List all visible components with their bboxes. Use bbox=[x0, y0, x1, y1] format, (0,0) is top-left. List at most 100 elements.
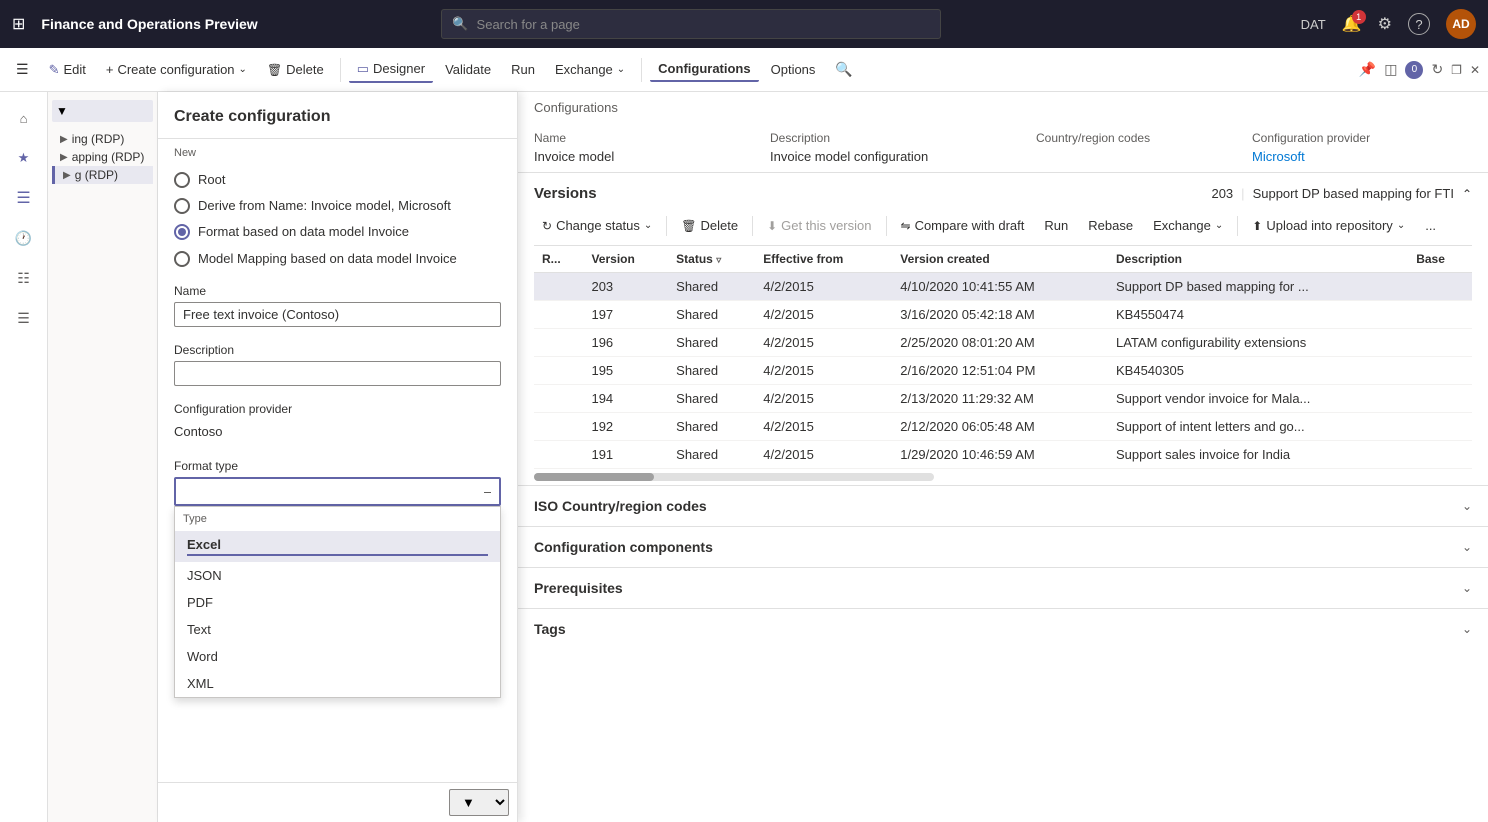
tree-item-2[interactable]: ▶ apping (RDP) bbox=[52, 148, 153, 166]
format-type-label: Format type bbox=[174, 459, 501, 473]
dropdown-item-json[interactable]: JSON bbox=[175, 562, 500, 589]
dropdown-item-xml[interactable]: XML bbox=[175, 670, 500, 697]
rebase-button[interactable]: Rebase bbox=[1080, 214, 1141, 237]
more-button[interactable]: ... bbox=[1417, 214, 1444, 237]
clock-icon[interactable]: 🕐 bbox=[6, 220, 42, 256]
collapsible-title-1: Configuration components bbox=[534, 539, 713, 555]
collapsible-section-3[interactable]: Tags ⌄ bbox=[518, 608, 1488, 649]
change-status-button[interactable]: ↻ Change status ⌄ bbox=[534, 214, 660, 237]
table-row[interactable]: 192 Shared 4/2/2015 2/12/2020 06:05:48 A… bbox=[534, 413, 1472, 441]
dropdown-arrow-icon[interactable]: ⎯ bbox=[484, 483, 491, 500]
table-row[interactable]: 194 Shared 4/2/2015 2/13/2020 11:29:32 A… bbox=[534, 385, 1472, 413]
grid-icon[interactable]: ☷ bbox=[6, 260, 42, 296]
refresh-icon[interactable]: ↻ bbox=[1431, 61, 1443, 78]
compare-draft-button[interactable]: ⇋ Compare with draft bbox=[893, 214, 1033, 237]
country-col: Country/region codes bbox=[1036, 131, 1236, 164]
delete-button[interactable]: 🗑 Delete bbox=[259, 58, 332, 81]
radio-derive[interactable]: Derive from Name: Invoice model, Microso… bbox=[174, 193, 501, 219]
table-row[interactable]: 196 Shared 4/2/2015 2/25/2020 08:01:20 A… bbox=[534, 329, 1472, 357]
maximize-icon[interactable]: ❐ bbox=[1451, 63, 1462, 77]
scrollbar-thumb[interactable] bbox=[534, 473, 654, 481]
collapsible-section-0[interactable]: ISO Country/region codes ⌄ bbox=[518, 485, 1488, 526]
cell-effective: 4/2/2015 bbox=[755, 301, 892, 329]
exchange-button[interactable]: Exchange ⌄ bbox=[547, 58, 633, 81]
search-bar[interactable]: 🔍 Search for a page bbox=[441, 9, 941, 39]
notification-button[interactable]: 🔔 1 bbox=[1342, 14, 1362, 34]
close-icon[interactable]: ✕ bbox=[1470, 63, 1480, 77]
tree-label-2: apping (RDP) bbox=[72, 150, 145, 164]
table-row[interactable]: 195 Shared 4/2/2015 2/16/2020 12:51:04 P… bbox=[534, 357, 1472, 385]
waffle-icon[interactable]: ⊞ bbox=[12, 14, 25, 34]
collapsible-section-2[interactable]: Prerequisites ⌄ bbox=[518, 567, 1488, 608]
get-version-button[interactable]: ⬇ Get this version bbox=[759, 214, 879, 237]
designer-button[interactable]: ▭ Designer bbox=[349, 57, 433, 83]
right-panel: Configurations Name Invoice model Descri… bbox=[518, 92, 1488, 822]
versions-table-scroll[interactable]: R... Version Status ▿ Effective from Ver… bbox=[534, 246, 1472, 485]
delete-icon: 🗑 bbox=[267, 63, 282, 77]
table-row[interactable]: 191 Shared 4/2/2015 1/29/2020 10:46:59 A… bbox=[534, 441, 1472, 469]
dropdown-item-xml-label: XML bbox=[187, 676, 214, 691]
radio-model-mapping[interactable]: Model Mapping based on data model Invoic… bbox=[174, 246, 501, 272]
scrollbar-track[interactable] bbox=[534, 473, 934, 481]
panel-title: Create configuration bbox=[158, 92, 517, 139]
description-input[interactable] bbox=[174, 361, 501, 386]
avatar[interactable]: AD bbox=[1446, 9, 1476, 39]
tree-item-1[interactable]: ▶ ing (RDP) bbox=[52, 130, 153, 148]
filter-icon[interactable]: ▼ bbox=[56, 104, 68, 118]
collapsible-chevron-0: ⌄ bbox=[1462, 499, 1472, 513]
menu-icon: ☰ bbox=[16, 61, 29, 78]
table-scrollbar[interactable] bbox=[534, 469, 1472, 485]
radio-root[interactable]: Root bbox=[174, 167, 501, 193]
star-icon[interactable]: ★ bbox=[6, 140, 42, 176]
table-row[interactable]: 203 Shared 4/2/2015 4/10/2020 10:41:55 A… bbox=[534, 273, 1472, 301]
name-input[interactable] bbox=[174, 302, 501, 327]
name-label: Name bbox=[174, 284, 501, 298]
versions-collapse-icon[interactable]: ⌃ bbox=[1462, 187, 1472, 201]
edit-button[interactable]: ✎ Edit bbox=[41, 58, 94, 82]
menu-toggle-button[interactable]: ☰ bbox=[8, 57, 37, 82]
cell-created: 3/16/2020 05:42:18 AM bbox=[892, 301, 1108, 329]
dropdown-item-text[interactable]: Text bbox=[175, 616, 500, 643]
exchange-version-button[interactable]: Exchange ⌄ bbox=[1145, 214, 1231, 237]
format-type-select[interactable]: ▼ bbox=[449, 789, 509, 816]
provider-col-value[interactable]: Microsoft bbox=[1252, 149, 1472, 164]
sidebar-icons: ⌂ ★ ☰ 🕐 ☷ ☰ bbox=[0, 92, 48, 822]
home-icon[interactable]: ⌂ bbox=[6, 100, 42, 136]
gear-icon[interactable]: ⚙ bbox=[1378, 14, 1392, 34]
configurations-tab[interactable]: Configurations bbox=[650, 57, 758, 82]
notification-count[interactable]: 0 bbox=[1405, 61, 1423, 79]
breadcrumb: Configurations bbox=[518, 92, 1488, 123]
delete-version-button[interactable]: 🗑 Delete bbox=[673, 214, 746, 237]
validate-button[interactable]: Validate bbox=[437, 58, 499, 81]
search-cmd-icon[interactable]: 🔍 bbox=[835, 61, 852, 78]
config-provider-label: Configuration provider bbox=[174, 402, 501, 416]
options-tab[interactable]: Options bbox=[763, 58, 824, 81]
dropdown-item-excel[interactable]: Excel bbox=[175, 531, 500, 562]
cell-r bbox=[534, 385, 583, 413]
dropdown-item-word[interactable]: Word bbox=[175, 643, 500, 670]
help-icon[interactable]: ? bbox=[1408, 13, 1430, 35]
create-config-button[interactable]: + Create configuration ⌄ bbox=[98, 58, 255, 81]
dropdown-item-pdf[interactable]: PDF bbox=[175, 589, 500, 616]
nav-list-icon[interactable]: ☰ bbox=[6, 180, 42, 216]
cell-version: 203 bbox=[583, 273, 668, 301]
toggle-icon[interactable]: ◫ bbox=[1384, 61, 1397, 78]
dropdown-input-wrap[interactable]: ⎯ bbox=[174, 477, 501, 506]
create-config-panel: Create configuration New Root Derive fro… bbox=[158, 92, 518, 822]
collapsible-section-1[interactable]: Configuration components ⌄ bbox=[518, 526, 1488, 567]
upload-repository-button[interactable]: ⬆ Upload into repository ⌄ bbox=[1244, 214, 1413, 237]
list-icon[interactable]: ☰ bbox=[6, 300, 42, 336]
format-type-input[interactable] bbox=[184, 484, 484, 499]
status-filter-icon[interactable]: ▿ bbox=[716, 255, 721, 266]
table-row[interactable]: 197 Shared 4/2/2015 3/16/2020 05:42:18 A… bbox=[534, 301, 1472, 329]
run-button[interactable]: Run bbox=[503, 58, 543, 81]
versions-table-header: R... Version Status ▿ Effective from Ver… bbox=[534, 246, 1472, 273]
tree-item-3[interactable]: ▶ g (RDP) bbox=[52, 166, 153, 184]
cell-created: 1/29/2020 10:46:59 AM bbox=[892, 441, 1108, 469]
delete-version-label: Delete bbox=[701, 218, 739, 233]
radio-format[interactable]: Format based on data model Invoice bbox=[174, 219, 501, 245]
exchange-chevron-icon: ⌄ bbox=[1215, 220, 1223, 231]
cell-description: Support sales invoice for India bbox=[1108, 441, 1408, 469]
pin-icon[interactable]: 📌 bbox=[1359, 61, 1376, 78]
run-version-button[interactable]: Run bbox=[1036, 214, 1076, 237]
